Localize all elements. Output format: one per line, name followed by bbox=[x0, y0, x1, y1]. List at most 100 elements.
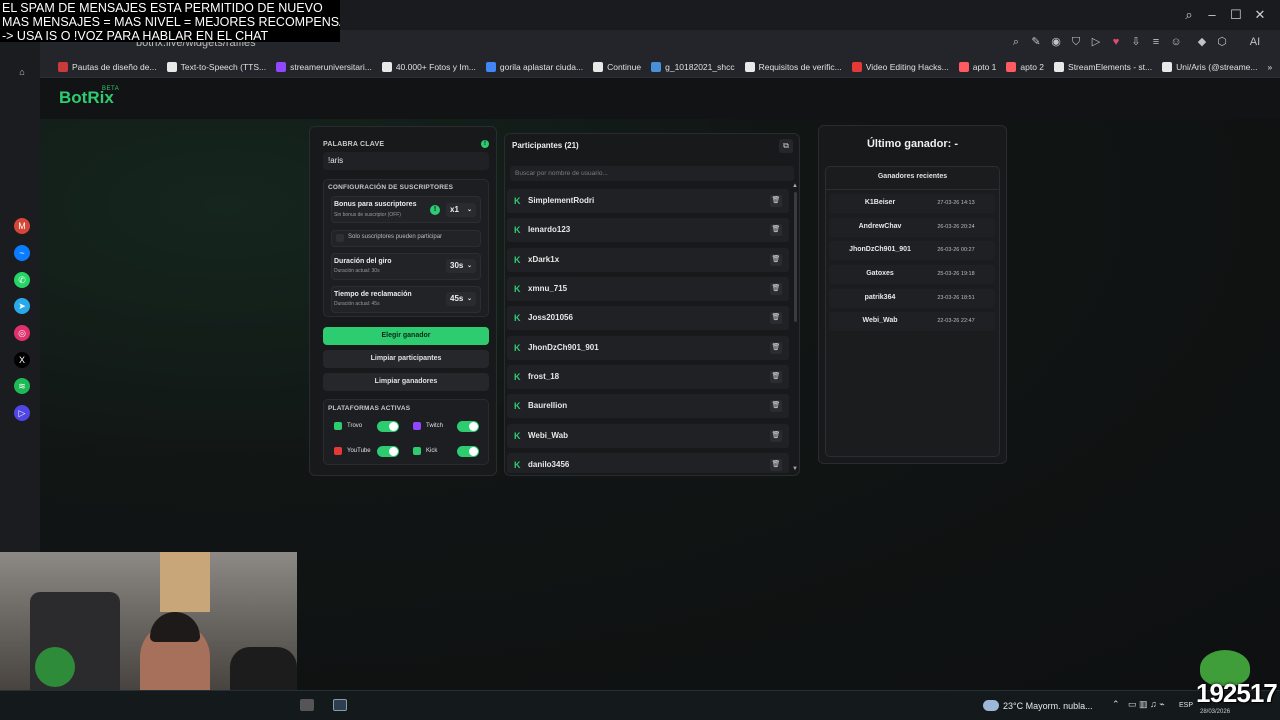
trash-icon[interactable]: 🗑 bbox=[770, 430, 782, 442]
bookmark-favicon-icon bbox=[381, 61, 392, 72]
weather-text[interactable]: 23°C Mayorm. nubla... bbox=[1003, 701, 1093, 711]
bookmark-item[interactable]: Uni/Aris (@streame... bbox=[1162, 61, 1258, 72]
x-icon[interactable]: X bbox=[14, 352, 30, 368]
trash-icon[interactable]: 🗑 bbox=[770, 342, 782, 354]
participants-title: Participantes (21) bbox=[512, 141, 579, 150]
participant-name: SimplementRodri bbox=[528, 196, 595, 205]
participant-row: K Baurellion 🗑 bbox=[507, 394, 789, 418]
claim-subtitle: Duración actual: 45s bbox=[334, 301, 380, 307]
edit-icon[interactable]: ✎ bbox=[1028, 34, 1044, 50]
scroll-down-icon[interactable]: ▼ bbox=[792, 466, 798, 472]
language-indicator[interactable]: ESP bbox=[1179, 702, 1193, 709]
bookmark-item[interactable]: g_10182021_shcc bbox=[651, 61, 735, 72]
bonus-info-icon[interactable]: ! bbox=[430, 205, 440, 215]
trash-icon[interactable]: 🗑 bbox=[770, 371, 782, 383]
trovo-icon bbox=[334, 422, 342, 430]
bookmark-item[interactable]: StreamElements - st... bbox=[1054, 61, 1152, 72]
participant-name: xDark1x bbox=[528, 255, 560, 264]
profile-icon[interactable]: ☺ bbox=[1168, 34, 1184, 50]
player-icon[interactable]: ▷ bbox=[14, 405, 30, 421]
bonus-select[interactable]: x1 ⌄ bbox=[446, 203, 476, 217]
spin-subtitle: Duración actual: 30s bbox=[334, 268, 380, 274]
clear-participants-button[interactable]: Limpiar participantes bbox=[323, 350, 489, 368]
bookmark-item[interactable]: apto 1 bbox=[958, 61, 996, 72]
tray-icons[interactable]: ▭ ▥ ♫ ⌁ bbox=[1128, 699, 1165, 710]
download-icon[interactable]: ⇩ bbox=[1128, 34, 1144, 50]
home-icon[interactable]: ⌂ bbox=[14, 64, 30, 80]
bookmark-favicon-icon bbox=[744, 61, 755, 72]
extension-icon[interactable]: ◆ bbox=[1194, 34, 1210, 50]
trash-icon[interactable]: 🗑 bbox=[770, 283, 782, 295]
clock-date[interactable]: 28/03/2026 bbox=[1200, 709, 1230, 715]
instagram-icon[interactable]: ◎ bbox=[14, 325, 30, 341]
overlay-line-2: MAS MENSAJES = MAS NIVEL = MEJORES RECOM… bbox=[2, 15, 340, 29]
ai-icon[interactable]: AI bbox=[1240, 34, 1270, 50]
spin-select[interactable]: 30s ⌄ bbox=[446, 259, 476, 273]
clear-winners-button[interactable]: Limpiar ganadores bbox=[323, 373, 489, 391]
search-icon[interactable]: ⌕ bbox=[1180, 6, 1198, 24]
bookmark-favicon-icon bbox=[1054, 61, 1065, 72]
shield-icon[interactable]: ⛉ bbox=[1068, 34, 1084, 50]
scroll-up-icon[interactable]: ▲ bbox=[792, 183, 798, 189]
trash-icon[interactable]: 🗑 bbox=[770, 195, 782, 207]
messenger-icon[interactable]: ~ bbox=[14, 245, 30, 261]
app-icon[interactable] bbox=[300, 699, 314, 711]
participants-scrollbar[interactable] bbox=[794, 192, 797, 322]
heart-icon[interactable]: ♥ bbox=[1108, 34, 1124, 50]
kick-icon: K bbox=[514, 313, 521, 323]
close-icon[interactable]: ✕ bbox=[1251, 6, 1269, 24]
trash-icon[interactable]: 🗑 bbox=[770, 459, 782, 471]
participant-row: Kxmnu_715 🗑 bbox=[507, 277, 789, 301]
play-icon[interactable]: ▷ bbox=[1088, 34, 1104, 50]
gmail-icon[interactable]: M bbox=[14, 218, 30, 234]
platform-youtube: YouTube bbox=[331, 442, 371, 460]
copy-icon[interactable]: ⧉ bbox=[779, 139, 793, 153]
trovo-toggle[interactable] bbox=[377, 421, 399, 432]
bookmark-item[interactable]: Pautas de diseño de... bbox=[58, 61, 157, 72]
claim-select-value: 45s bbox=[450, 294, 464, 303]
keyword-input[interactable]: !aris bbox=[323, 152, 489, 170]
trash-icon[interactable]: 🗑 bbox=[770, 224, 782, 236]
bookmark-label: g_10182021_shcc bbox=[665, 61, 735, 72]
trash-icon[interactable]: 🗑 bbox=[770, 254, 782, 266]
bookmark-item[interactable]: streameruniversitari... bbox=[276, 61, 372, 72]
bookmark-item[interactable]: Continue bbox=[593, 61, 641, 72]
bookmark-item[interactable]: apto 2 bbox=[1006, 61, 1044, 72]
kick-toggle[interactable] bbox=[457, 446, 479, 457]
bookmark-favicon-icon bbox=[651, 61, 662, 72]
pick-winner-button[interactable]: Elegir ganador bbox=[323, 327, 489, 345]
spotify-icon[interactable]: ≋ bbox=[14, 378, 30, 394]
youtube-toggle[interactable] bbox=[377, 446, 399, 457]
platforms-title: PLATAFORMAS ACTIVAS bbox=[328, 405, 411, 412]
minimize-icon[interactable]: – bbox=[1203, 6, 1221, 24]
trash-icon[interactable]: 🗑 bbox=[770, 400, 782, 412]
bookmark-item[interactable]: Video Editing Hacks... bbox=[851, 61, 949, 72]
platform-kick: Kick bbox=[410, 442, 437, 460]
claim-select[interactable]: 45s ⌄ bbox=[446, 292, 476, 306]
winner-row: JhonDzCh901_901 26-03-26 00:27 bbox=[829, 241, 995, 260]
info-icon[interactable]: ! bbox=[481, 140, 489, 148]
bookmark-item[interactable]: Text-to-Speech (TTS... bbox=[166, 61, 266, 72]
trash-icon[interactable]: 🗑 bbox=[770, 312, 782, 324]
window-icon[interactable] bbox=[333, 699, 347, 711]
menu-icon[interactable]: ≡ bbox=[1148, 34, 1164, 50]
kick-icon: K bbox=[514, 225, 521, 235]
more-bookmarks-icon[interactable]: » bbox=[1268, 62, 1273, 72]
maximize-icon[interactable]: ☐ bbox=[1227, 6, 1245, 24]
only-subs-checkbox[interactable] bbox=[336, 234, 344, 242]
spin-title: Duración del giro bbox=[334, 258, 392, 265]
participant-row: K Joss201056 🗑 bbox=[507, 306, 789, 330]
bookmark-favicon-icon bbox=[276, 61, 287, 72]
cube-icon[interactable]: ⬡ bbox=[1214, 34, 1230, 50]
kick-icon: K bbox=[514, 343, 521, 353]
telegram-icon[interactable]: ➤ bbox=[14, 298, 30, 314]
bookmark-item[interactable]: Requisitos de verific... bbox=[744, 61, 842, 72]
tray-up-icon[interactable]: ⌃ bbox=[1112, 699, 1120, 710]
bookmark-item[interactable]: 40.000+ Fotos y Im... bbox=[381, 61, 476, 72]
zoom-icon[interactable]: ⌕ bbox=[1008, 34, 1024, 50]
twitch-toggle[interactable] bbox=[457, 421, 479, 432]
participant-search-input[interactable]: Buscar por nombre de usuario... bbox=[510, 166, 794, 181]
camera-icon[interactable]: ◉ bbox=[1048, 34, 1064, 50]
whatsapp-icon[interactable]: ✆ bbox=[14, 272, 30, 288]
bookmark-item[interactable]: gorila aplastar ciuda... bbox=[485, 61, 583, 72]
